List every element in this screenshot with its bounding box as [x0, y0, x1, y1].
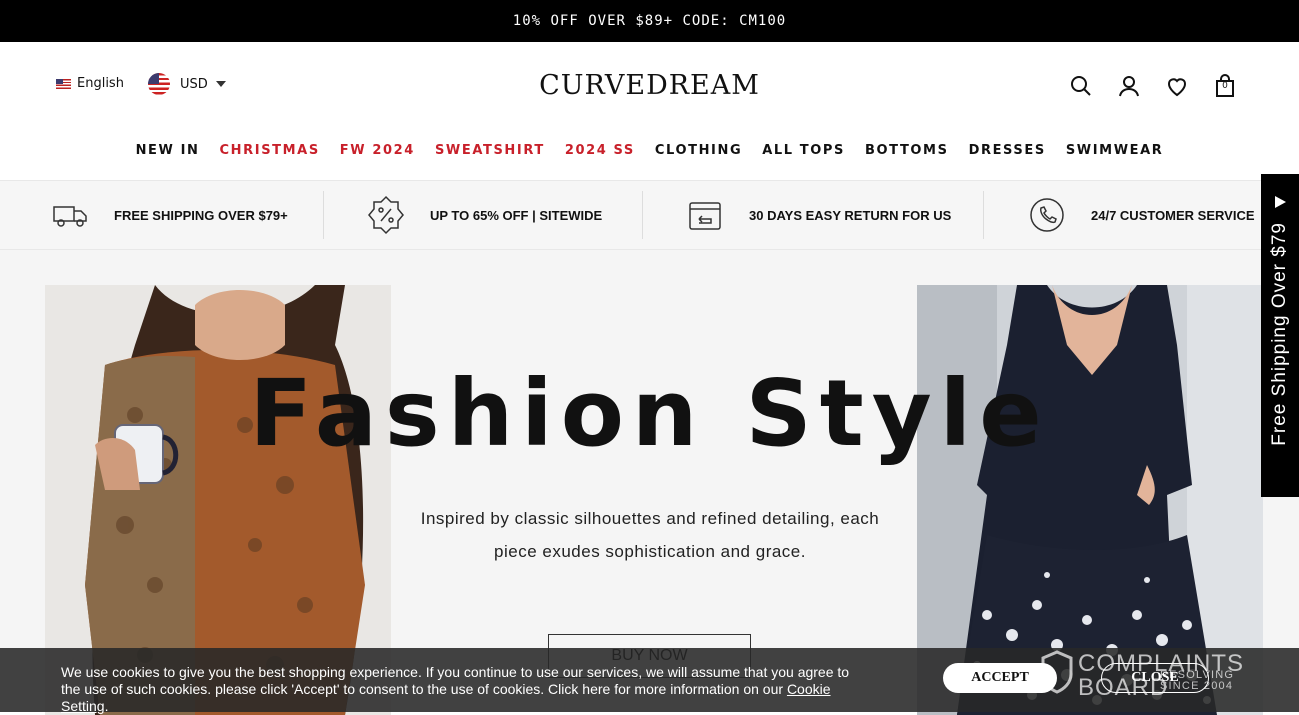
- play-triangle-icon: [1274, 196, 1286, 208]
- nav-item-clothing[interactable]: CLOTHING: [645, 143, 752, 158]
- benefit-free-shipping: FREE SHIPPING OVER $79+: [50, 181, 288, 249]
- divider: [642, 191, 643, 239]
- divider: [983, 191, 984, 239]
- nav-item-new-in[interactable]: NEW IN: [126, 143, 210, 158]
- account-icon[interactable]: [1117, 74, 1141, 98]
- hero-banner: Fashion Style Inspired by classic silhou…: [0, 250, 1299, 715]
- whatsapp-phone-icon: [1027, 195, 1067, 235]
- return-box-icon: [685, 195, 725, 235]
- cookie-text: We use cookies to give you the best shop…: [61, 664, 850, 697]
- benefit-label: 30 DAYS EASY RETURN FOR US: [749, 207, 952, 223]
- side-promo-text: Free Shipping Over $79: [1269, 222, 1290, 446]
- divider: [323, 191, 324, 239]
- benefit-returns: 30 DAYS EASY RETURN FOR US: [685, 181, 951, 249]
- truck-icon: [50, 195, 90, 235]
- header-icons: 0: [1069, 74, 1237, 98]
- nav-item-2024-ss[interactable]: 2024 SS: [555, 143, 645, 158]
- side-shipping-promo[interactable]: Free Shipping Over $79: [1261, 174, 1299, 497]
- benefit-customer-service: 24/7 CUSTOMER SERVICE: [1027, 181, 1255, 249]
- nav-item-dresses[interactable]: DRESSES: [959, 143, 1056, 158]
- cart-count: 0: [1222, 81, 1228, 91]
- site-header: English USD CURVEDREAM 0: [0, 42, 1299, 134]
- benefits-bar: FREE SHIPPING OVER $79+ UP TO 65% OFF | …: [0, 180, 1299, 250]
- cookie-banner: We use cookies to give you the best shop…: [0, 648, 1299, 715]
- wishlist-heart-icon[interactable]: [1165, 74, 1189, 98]
- main-nav: NEW IN CHRISTMAS FW 2024 SWEATSHIRT 2024 SS C…: [0, 143, 1299, 158]
- benefit-label: 24/7 CUSTOMER SERVICE: [1091, 207, 1255, 223]
- cookie-close-button[interactable]: CLOSE: [1101, 663, 1209, 693]
- search-icon[interactable]: [1069, 74, 1093, 98]
- nav-item-bottoms[interactable]: BOTTOMS: [855, 143, 959, 158]
- cookie-accept-button[interactable]: ACCEPT: [943, 663, 1057, 693]
- promo-bar: 10% OFF OVER $89+ CODE: CM100: [0, 0, 1299, 42]
- nav-item-sweatshirt[interactable]: SWEATSHIRT: [425, 143, 555, 158]
- promo-text: 10% OFF OVER $89+ CODE: CM100: [512, 13, 787, 29]
- hero-subtitle: Inspired by classic silhouettes and refi…: [420, 509, 880, 561]
- benefit-label: UP TO 65% OFF | SITEWIDE: [430, 207, 603, 223]
- cookie-message: We use cookies to give you the best shop…: [61, 664, 871, 715]
- nav-item-all-tops[interactable]: ALL TOPS: [752, 143, 855, 158]
- nav-item-fw-2024[interactable]: FW 2024: [330, 143, 425, 158]
- benefit-label: FREE SHIPPING OVER $79+: [114, 207, 288, 223]
- nav-item-christmas[interactable]: CHRISTMAS: [210, 143, 330, 158]
- hero-title: Fashion Style: [249, 360, 1050, 467]
- cart-bag-icon[interactable]: 0: [1213, 74, 1237, 98]
- benefit-discount: UP TO 65% OFF | SITEWIDE: [366, 181, 602, 249]
- percent-badge-icon: [366, 195, 406, 235]
- nav-item-swimwear[interactable]: SWIMWEAR: [1056, 143, 1174, 158]
